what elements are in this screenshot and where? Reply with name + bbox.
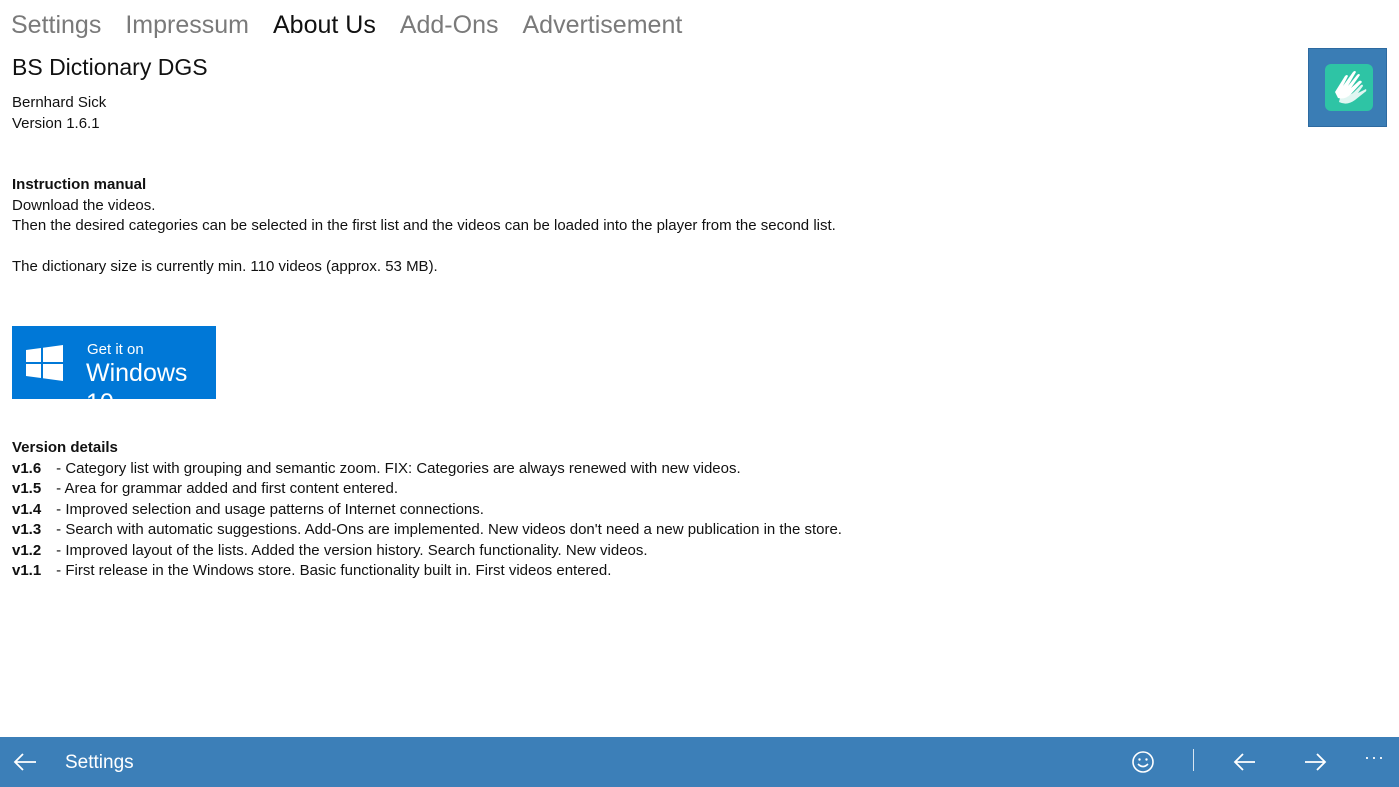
version-description: - First release in the Windows store. Ba… [52,562,612,579]
version-number: v1.1 [12,562,42,579]
tab-add-ons[interactable]: Add-Ons [400,8,499,42]
bottom-app-bar: Settings ··· [0,737,1399,787]
more-icon[interactable]: ··· [1364,747,1385,768]
windows-logo-icon [26,345,63,381]
app-logo [1308,48,1387,127]
arrow-right-icon[interactable] [1302,749,1328,775]
app-name: BS Dictionary DGS [12,54,208,80]
version-row: v1.2 - Improved layout of the lists. Add… [12,541,842,562]
app-bar-title: Settings [65,752,134,773]
tab-advertisement[interactable]: Advertisement [523,8,683,42]
manual-heading: Instruction manual [12,176,147,193]
version-details: Version details v1.6 - Category list wit… [12,438,842,582]
version-row: v1.4 - Improved selection and usage patt… [12,500,842,521]
version-details-heading: Version details [12,439,118,456]
version-number: v1.4 [12,500,42,518]
version-row: v1.5 - Area for grammar added and first … [12,479,842,500]
version-number: v1.5 [12,480,42,497]
app-version: Version 1.6.1 [12,114,100,132]
smiley-icon[interactable] [1130,749,1156,775]
manual-line-2: Then the desired categories can be selec… [12,217,836,234]
app-logo-tile [1325,64,1373,111]
tab-impressum[interactable]: Impressum [125,8,249,42]
arrow-left-icon[interactable] [1232,749,1258,775]
about-page: Settings Impressum About Us Add-Ons Adve… [0,0,1399,787]
tab-settings[interactable]: Settings [11,8,101,42]
version-number: v1.3 [12,521,42,538]
version-description: - Improved layout of the lists. Added th… [52,541,648,559]
get-it-on-windows-badge[interactable]: Get it on Windows 10 [12,326,216,417]
app-bar-divider [1193,749,1194,771]
version-description: - Area for grammar added and first conte… [52,480,399,497]
version-number: v1.2 [12,541,42,559]
badge-platform-text: Windows 10 [86,359,188,417]
sign-hands-icon [1335,71,1367,104]
tab-about-us[interactable]: About Us [273,8,376,42]
back-arrow-icon[interactable] [12,750,38,774]
pivot-tabs: Settings Impressum About Us Add-Ons Adve… [11,8,706,42]
version-description: - Search with automatic suggestions. Add… [52,521,842,538]
dictionary-size-info: The dictionary size is currently min. 11… [12,258,438,275]
manual-line-1: Download the videos. [12,196,156,214]
version-number: v1.6 [12,459,42,477]
version-description: - Improved selection and usage patterns … [52,500,484,518]
version-row: v1.6 - Category list with grouping and s… [12,459,842,480]
version-row: v1.3 - Search with automatic suggestions… [12,520,842,541]
badge-get-text: Get it on [87,341,144,358]
version-row: v1.1 - First release in the Windows stor… [12,561,842,582]
about-content: BS Dictionary DGS Bernhard Sick Version … [12,52,1272,278]
author-name: Bernhard Sick [12,94,107,111]
version-description: - Category list with grouping and semant… [52,459,741,477]
